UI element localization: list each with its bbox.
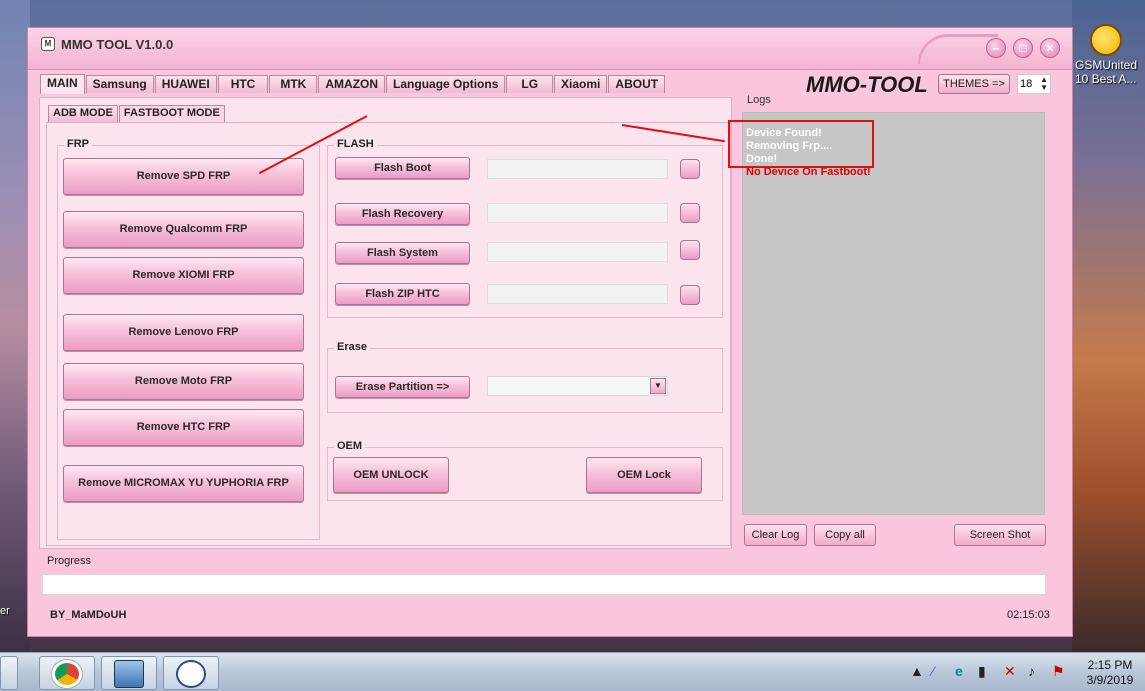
flash-boot-browse-button[interactable] [680, 159, 700, 179]
maximize-button[interactable]: □ [1013, 38, 1033, 58]
flash-group-title: FLASH [334, 138, 377, 150]
show-hidden-icons-icon[interactable]: ▲ [910, 663, 924, 679]
tab-main[interactable]: MAIN [40, 74, 85, 94]
flash-boot-path-field[interactable] [487, 159, 668, 179]
log-output-area[interactable]: Device Found! Removing Frp.... Done! No … [742, 112, 1045, 515]
remove-lenovo-frp-button[interactable]: Remove Lenovo FRP [63, 314, 304, 351]
remove-htc-frp-button[interactable]: Remove HTC FRP [63, 409, 304, 446]
flash-system-browse-button[interactable] [680, 240, 700, 260]
flash-group: FLASH Flash Boot Flash Recovery Flash Sy… [327, 138, 723, 318]
themes-button[interactable]: THEMES => [938, 74, 1010, 94]
erase-partition-button[interactable]: Erase Partition => [335, 376, 470, 398]
pen-icon[interactable]: ⁄ [932, 663, 934, 679]
volume-icon[interactable]: ♪ [1028, 663, 1035, 679]
desktop-left-label: er [0, 605, 10, 617]
gsmunited-desktop-icon[interactable] [1090, 24, 1122, 56]
taskbar-mmo-tool[interactable] [163, 656, 219, 690]
remove-moto-frp-button[interactable]: Remove Moto FRP [63, 363, 304, 400]
remove-xiomi-frp-button[interactable]: Remove XIOMI FRP [63, 257, 304, 294]
taskbar: ▲ ⁄ e ▮ ✕ ♪ ⚑ 2:15 PM 3/9/2019 [0, 652, 1145, 691]
app-window: M MMO TOOL V1.0.0 – □ × MAIN Samsung HUA… [27, 27, 1073, 637]
flash-recovery-path-field[interactable] [487, 203, 668, 223]
remove-micromax-frp-button[interactable]: Remove MICROMAX YU YUPHORIA FRP [63, 465, 304, 502]
tab-amazon[interactable]: AMAZON [318, 75, 386, 93]
app-logo-icon: M [41, 37, 55, 51]
tab-samsung[interactable]: Samsung [85, 75, 154, 93]
progress-bar [42, 574, 1046, 595]
chrome-icon [52, 660, 82, 688]
taskbar-chrome[interactable] [39, 656, 95, 690]
tab-adb-mode[interactable]: ADB MODE [48, 105, 118, 122]
frp-group: FRP Remove SPD FRP Remove Qualcomm FRP R… [57, 138, 320, 540]
remove-qualcomm-frp-button[interactable]: Remove Qualcomm FRP [63, 211, 304, 248]
ie-icon[interactable]: e [955, 663, 963, 679]
network-computer-icon [114, 660, 144, 688]
start-button[interactable] [0, 656, 18, 690]
mode-tab-bar: ADB MODE FASTBOOT MODE [48, 105, 226, 122]
logs-label: Logs [747, 94, 771, 106]
theme-number-value: 18 [1020, 78, 1033, 90]
copy-all-button[interactable]: Copy all [814, 524, 876, 546]
tab-xiaomi[interactable]: Xiaomi [554, 75, 608, 93]
close-button[interactable]: × [1040, 38, 1060, 58]
tab-htc[interactable]: HTC [217, 75, 269, 93]
window-title: MMO TOOL V1.0.0 [61, 37, 174, 52]
title-bar[interactable]: M MMO TOOL V1.0.0 – □ × [28, 28, 1072, 70]
fastboot-mode-panel: FRP Remove SPD FRP Remove Qualcomm FRP R… [46, 122, 731, 546]
taskbar-network[interactable] [101, 656, 157, 690]
dropdown-arrow-icon[interactable]: ▼ [650, 378, 666, 394]
flash-recovery-button[interactable]: Flash Recovery [335, 203, 470, 225]
taskbar-clock[interactable]: 2:15 PM 3/9/2019 [1080, 658, 1140, 688]
time-label: 02:15:03 [1007, 609, 1050, 621]
desktop-background-left [0, 0, 30, 652]
clock-time: 2:15 PM [1087, 658, 1133, 672]
desktop-background-right [1072, 0, 1145, 652]
clear-log-button[interactable]: Clear Log [744, 524, 807, 546]
remove-spd-frp-button[interactable]: Remove SPD FRP [63, 158, 304, 195]
flash-recovery-browse-button[interactable] [680, 203, 700, 223]
mmo-tool-icon [176, 660, 206, 688]
tab-fastboot-mode[interactable]: FASTBOOT MODE [118, 105, 225, 122]
flag-icon[interactable]: ⚑ [1052, 663, 1065, 680]
tab-huawei[interactable]: HUAWEI [154, 75, 217, 93]
spinner-arrows-icon[interactable]: ▲ ▼ [1040, 76, 1048, 92]
tab-lg[interactable]: LG [506, 75, 554, 93]
network-status-icon[interactable]: ✕ [1004, 663, 1016, 680]
erase-group-title: Erase [334, 341, 370, 353]
main-tab-bar: MAIN Samsung HUAWEI HTC MTK AMAZON Langu… [40, 74, 666, 94]
flash-boot-button[interactable]: Flash Boot [335, 157, 470, 179]
theme-number-spinner[interactable]: 18 ▲ ▼ [1017, 74, 1051, 94]
oem-lock-button[interactable]: OEM Lock [586, 457, 702, 493]
flash-system-button[interactable]: Flash System [335, 242, 470, 264]
tab-about[interactable]: ABOUT [608, 75, 666, 93]
oem-group: OEM OEM UNLOCK OEM Lock [327, 440, 723, 501]
author-label: BY_MaMDoUH [50, 609, 127, 621]
erase-group: Erase Erase Partition => ▼ [327, 341, 723, 413]
flash-zip-htc-browse-button[interactable] [680, 285, 700, 305]
progress-label: Progress [47, 555, 92, 567]
tab-language-options[interactable]: Language Options [386, 75, 506, 93]
flash-zip-htc-button[interactable]: Flash ZIP HTC [335, 283, 470, 305]
brand-title: MMO-TOOL [806, 72, 928, 97]
oem-unlock-button[interactable]: OEM UNLOCK [333, 457, 449, 493]
flash-system-path-field[interactable] [487, 242, 668, 262]
tab-mtk[interactable]: MTK [269, 75, 318, 93]
flash-zip-htc-path-field[interactable] [487, 284, 668, 304]
annotation-highlight-box [728, 120, 874, 168]
screen-shot-button[interactable]: Screen Shot [954, 524, 1046, 546]
erase-partition-select[interactable]: ▼ [487, 376, 668, 396]
signal-icon[interactable]: ▮ [978, 663, 986, 680]
minimize-button[interactable]: – [986, 38, 1006, 58]
clock-date: 3/9/2019 [1086, 673, 1134, 687]
frp-group-title: FRP [64, 138, 92, 150]
oem-group-title: OEM [334, 440, 366, 452]
desktop-icon-label[interactable]: GSMUnited 10 Best A... [1075, 58, 1145, 86]
main-content-panel: ADB MODE FASTBOOT MODE FRP Remove SPD FR… [39, 97, 732, 549]
